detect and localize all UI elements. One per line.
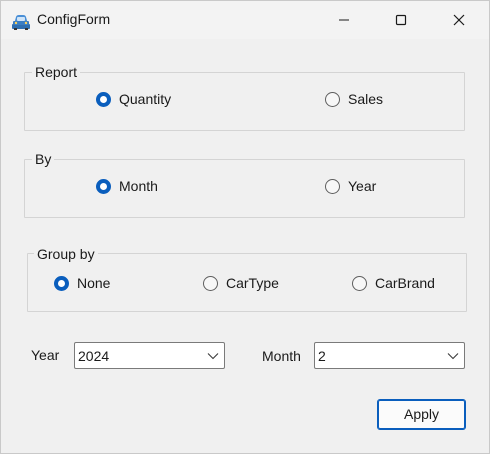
by-year-radio[interactable]: Year — [325, 178, 376, 194]
radio-label: CarType — [226, 275, 279, 291]
month-select[interactable]: 2 — [314, 342, 465, 369]
radio-indicator — [96, 178, 111, 194]
report-group — [24, 72, 465, 131]
car-icon — [12, 15, 30, 30]
month-select-value: 2 — [318, 348, 326, 364]
minimize-icon — [339, 19, 349, 21]
by-month-radio[interactable]: Month — [96, 178, 158, 194]
radio-label: CarBrand — [375, 275, 435, 291]
year-select[interactable]: 2024 — [74, 342, 225, 369]
report-quantity-radio[interactable]: Quantity — [96, 91, 171, 107]
year-select-value: 2024 — [78, 348, 110, 364]
group-by-none-radio[interactable]: None — [54, 275, 110, 291]
maximize-icon — [395, 14, 407, 26]
radio-indicator — [325, 178, 340, 194]
chevron-down-icon — [447, 353, 459, 360]
group-by-carbrand-radio[interactable]: CarBrand — [352, 275, 435, 291]
title-bar[interactable]: ConfigForm — [1, 1, 489, 39]
month-label: Month — [262, 348, 301, 364]
group-by-group-label: Group by — [34, 246, 98, 262]
report-sales-radio[interactable]: Sales — [325, 91, 383, 107]
close-icon — [453, 14, 465, 26]
apply-button[interactable]: Apply — [377, 399, 466, 430]
year-label: Year — [31, 347, 60, 363]
minimize-button[interactable] — [321, 1, 367, 39]
radio-indicator — [325, 91, 340, 107]
radio-indicator — [352, 275, 367, 291]
window-title: ConfigForm — [37, 11, 111, 27]
radio-label: None — [77, 275, 111, 291]
chevron-down-icon — [207, 353, 219, 360]
radio-label: Month — [119, 178, 158, 194]
report-group-label: Report — [32, 64, 81, 80]
close-button[interactable] — [436, 1, 482, 39]
radio-label: Sales — [348, 91, 384, 107]
radio-label: Quantity — [119, 91, 172, 107]
by-group-label: By — [32, 151, 55, 167]
group-by-cartype-radio[interactable]: CarType — [203, 275, 279, 291]
radio-indicator — [96, 91, 111, 107]
by-group — [24, 159, 465, 218]
maximize-button[interactable] — [378, 1, 424, 39]
radio-label: Year — [348, 178, 377, 194]
radio-indicator — [54, 275, 69, 291]
config-form-window: ConfigForm Report Quantity Sales By Mont… — [0, 0, 490, 454]
radio-indicator — [203, 275, 218, 291]
